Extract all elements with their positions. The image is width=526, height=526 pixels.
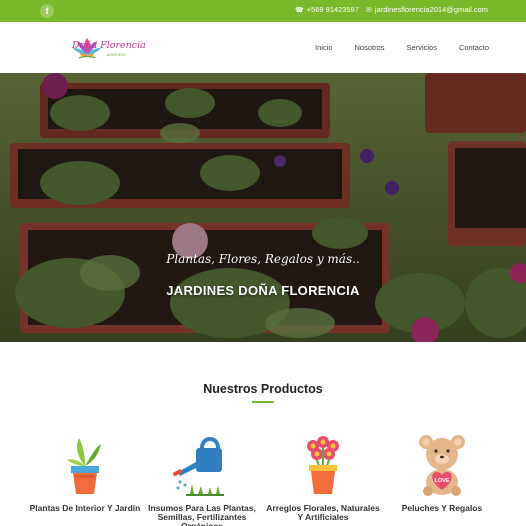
product-label: Plantas De Interior Y Jardín: [29, 503, 141, 513]
hero-banner: Plantas, Flores, Regalos y más.. JARDINE…: [0, 73, 526, 342]
contact-info: ☎ +569 91423597 ✉ jardinesflorencia2014@…: [295, 5, 488, 14]
phone-number: +569 91423597: [306, 5, 360, 14]
facebook-icon[interactable]: f: [40, 4, 54, 18]
product-label: Insumos Para Las Plantas, Semillas, Fert…: [148, 503, 256, 526]
email-address: jardinesflorencia2014@gmail.com: [374, 5, 488, 14]
svg-text:LOVE: LOVE: [435, 478, 450, 484]
section-divider: [252, 401, 274, 403]
logo-text[interactable]: Doña Florencia: [72, 40, 146, 51]
main-nav: Inicio Nosotros Servicios Contacto: [315, 43, 489, 52]
logo-subtext: JARDINES: [106, 53, 126, 57]
product-card-gifts[interactable]: LOVE Peluches Y Regalos: [382, 432, 502, 513]
phone-contact[interactable]: ☎ +569 91423597: [295, 5, 359, 14]
product-label: Arreglos Florales, Naturales Y Artificia…: [266, 503, 380, 522]
hero-tagline: Plantas, Flores, Regalos y más..: [166, 252, 360, 266]
section-title: Nuestros Productos: [203, 382, 323, 396]
nav-item-nosotros[interactable]: Nosotros: [355, 43, 385, 52]
top-bar: f ☎ +569 91423597 ✉ jardinesflorencia201…: [0, 0, 526, 22]
email-contact[interactable]: ✉ jardinesflorencia2014@gmail.com: [366, 5, 488, 14]
teddy-bear-icon: LOVE: [419, 435, 465, 496]
product-label: Peluches Y Regalos: [401, 503, 483, 513]
hero-title: JARDINES DOÑA FLORENCIA: [166, 283, 360, 298]
flower-pot-icon: [307, 436, 339, 494]
products-section: Nuestros Productos Plantas De Interior Y…: [0, 342, 526, 526]
phone-icon: ☎: [294, 6, 304, 14]
nav-item-inicio[interactable]: Inicio: [315, 43, 333, 52]
nav-item-contacto[interactable]: Contacto: [459, 43, 489, 52]
potted-plant-icon: [67, 438, 101, 494]
product-card-floral[interactable]: Arreglos Florales, Naturales Y Artificia…: [263, 432, 383, 522]
watering-can-icon: [172, 437, 224, 496]
garden-planters-photo: [0, 73, 526, 342]
nav-item-servicios[interactable]: Servicios: [407, 43, 437, 52]
product-card-plants[interactable]: Plantas De Interior Y Jardín: [25, 432, 145, 513]
envelope-icon: ✉: [366, 6, 372, 14]
site-header: Doña Florencia JARDINES Inicio Nosotros …: [0, 22, 526, 73]
product-card-supplies[interactable]: Insumos Para Las Plantas, Semillas, Fert…: [142, 432, 262, 526]
